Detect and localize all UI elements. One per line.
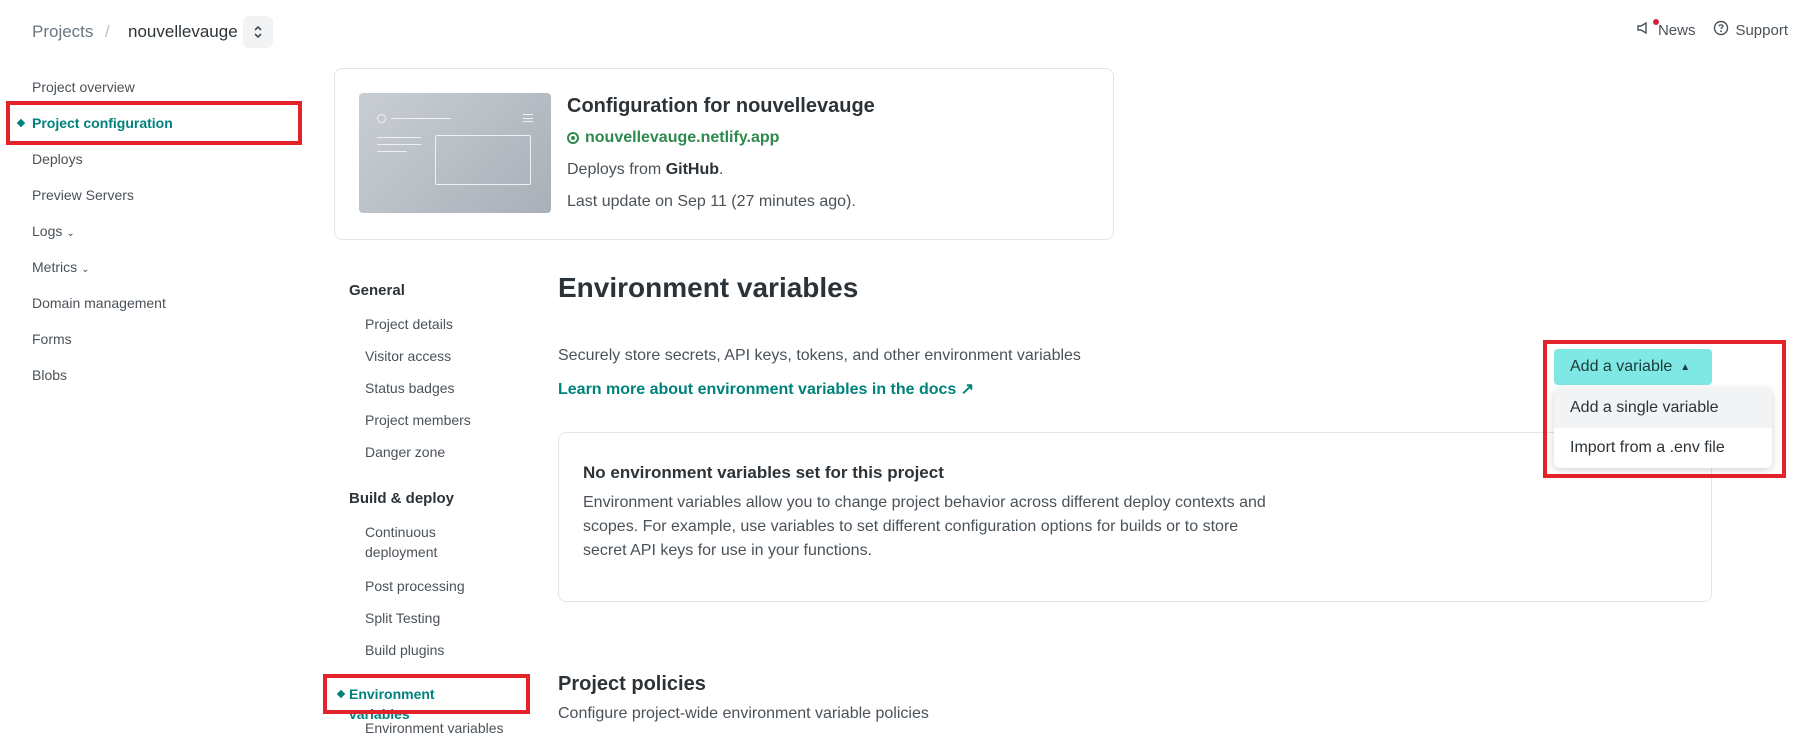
news-link[interactable]: News [1636,19,1696,40]
site-summary-card: Configuration for nouvellevauge nouvelle… [334,68,1114,240]
chevron-down-icon: ⌄ [81,264,90,275]
highlight-box [1543,340,1786,478]
megaphone-icon [1636,19,1659,40]
subnav-visitor-access[interactable]: Visitor access [365,346,515,366]
subnav-environment-variables-child[interactable]: Environment variables [365,718,515,738]
breadcrumb-projects[interactable]: Projects [32,22,93,42]
empty-state-title: No environment variables set for this pr… [583,463,944,482]
support-label: Support [1735,21,1788,39]
breadcrumb-site[interactable]: nouvellevauge [128,22,238,42]
subnav-heading-general: General [349,282,405,299]
page-description: Securely store secrets, API keys, tokens… [558,347,1081,364]
page-title: Environment variables [558,272,859,303]
chevron-up-down-icon[interactable] [243,16,273,48]
live-status-icon [567,132,579,144]
docs-link[interactable]: Learn more about environment variables i… [558,379,974,399]
policies-title: Project policies [558,673,706,695]
breadcrumb-separator: / [105,22,110,41]
nav-domain-management[interactable]: Domain management [32,295,166,311]
policies-description: Configure project-wide environment varia… [558,705,929,722]
highlight-box [323,674,530,714]
site-thumbnail[interactable] [359,93,551,213]
news-label: News [1657,21,1696,39]
chevron-down-icon: ⌄ [66,228,75,239]
nav-deploys[interactable]: Deploys [32,151,83,167]
support-link[interactable]: Support [1713,20,1788,40]
site-config-title: Configuration for nouvellevauge [567,95,875,117]
nav-project-overview[interactable]: Project overview [32,79,135,95]
subnav-continuous-deployment[interactable]: Continuous deployment [365,522,475,562]
subnav-split-testing[interactable]: Split Testing [365,608,515,628]
site-url-link[interactable]: nouvellevauge.netlify.app [567,129,779,147]
subnav-status-badges[interactable]: Status badges [365,378,515,398]
subnav-heading-build: Build & deploy [349,490,454,507]
last-update: Last update on Sep 11 (27 minutes ago). [567,193,856,210]
nav-forms[interactable]: Forms [32,331,72,347]
subnav-project-details[interactable]: Project details [365,314,515,334]
subnav-danger-zone[interactable]: Danger zone [365,442,515,462]
nav-blobs[interactable]: Blobs [32,367,67,383]
nav-logs[interactable]: Logs ⌄ [32,223,75,239]
subnav-build-plugins[interactable]: Build plugins [365,640,515,660]
top-bar: Projects / nouvellevauge News Support [0,0,1806,64]
empty-state-text: Environment variables allow you to chang… [583,494,1266,559]
empty-state-card: No environment variables set for this pr… [558,432,1712,602]
subnav-post-processing[interactable]: Post processing [365,576,515,596]
subnav-project-members[interactable]: Project members [365,410,515,430]
nav-metrics[interactable]: Metrics ⌄ [32,259,90,275]
help-circle-icon [1713,20,1735,40]
deploy-source: Deploys from GitHub. [567,161,724,178]
nav-preview-servers[interactable]: Preview Servers [32,187,134,203]
highlight-box [6,101,302,145]
